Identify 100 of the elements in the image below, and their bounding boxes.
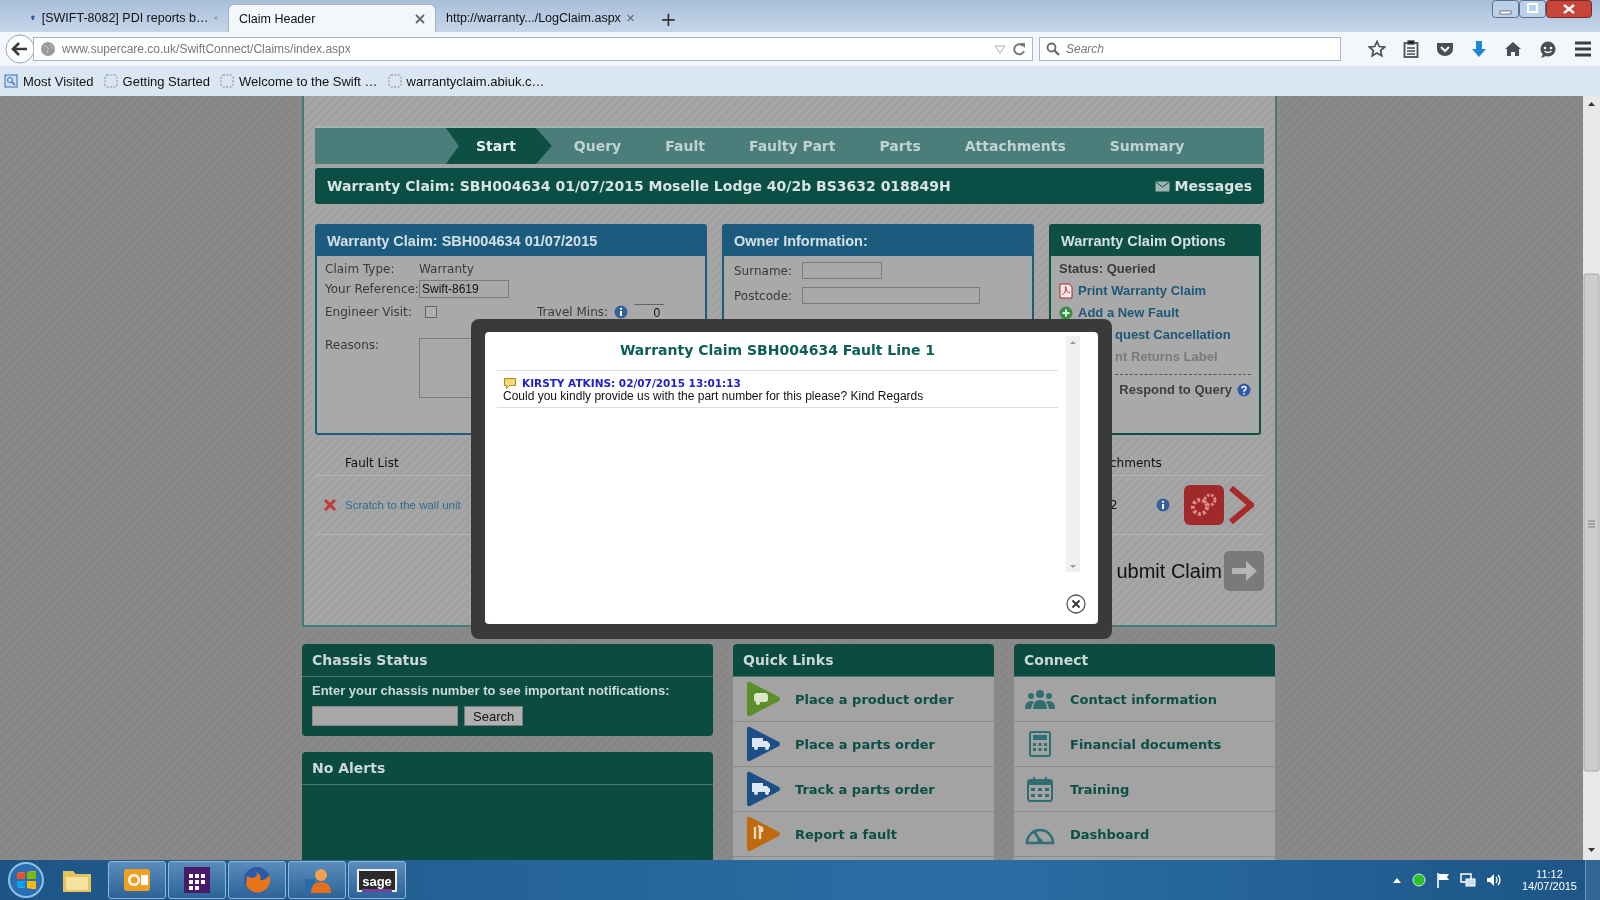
claim-header-title: Warranty Claim: SBH004634 01/07/2015 Moselle Lodge 40/2b BS3632 018849H bbox=[327, 178, 951, 194]
connect-link[interactable]: Dashboard bbox=[1014, 812, 1275, 857]
connect-link[interactable]: Financial documents bbox=[1014, 722, 1275, 767]
gears-button-icon[interactable] bbox=[1184, 485, 1224, 525]
page-icon bbox=[220, 74, 235, 88]
bookmark[interactable]: warrantyclaim.abiuk.c… bbox=[387, 73, 545, 89]
menu-icon[interactable] bbox=[1574, 41, 1592, 57]
new-tab-button[interactable]: + bbox=[650, 6, 687, 32]
field-value: Warranty bbox=[419, 262, 474, 276]
connect-link[interactable]: Training bbox=[1014, 767, 1275, 812]
page-icon bbox=[103, 74, 118, 88]
text-field[interactable] bbox=[802, 262, 882, 279]
download-icon[interactable] bbox=[1471, 40, 1487, 58]
quick-link[interactable]: Place a parts order bbox=[733, 722, 994, 767]
browser-tab[interactable]: [SWIFT-8082] PDI reports b… bbox=[20, 4, 228, 32]
caret-up-icon[interactable] bbox=[1391, 876, 1402, 884]
dialog-title: Warranty Claim SBH004634 Fault Line 1 bbox=[497, 332, 1058, 371]
chassis-number-field[interactable] bbox=[312, 706, 458, 726]
scrollbar[interactable] bbox=[1583, 96, 1600, 860]
pdf-icon bbox=[1059, 283, 1073, 299]
wizard-step[interactable]: Summary bbox=[1087, 128, 1207, 164]
home-icon[interactable] bbox=[1504, 41, 1522, 57]
message-text: Could you kindly provide us with the part number for this please? Kind Regards bbox=[503, 389, 925, 403]
back-icon[interactable] bbox=[5, 34, 35, 64]
reference-field[interactable]: Swift-8619 bbox=[419, 280, 509, 298]
prompt-text: Enter your chassis number to see important notifications: bbox=[312, 683, 671, 698]
wizard-step[interactable]: Fault bbox=[643, 128, 727, 164]
respond-query-link[interactable]: Respond to Query bbox=[1115, 374, 1251, 401]
chat-icon[interactable] bbox=[1539, 40, 1557, 58]
connect-link[interactable]: Contact information bbox=[1014, 677, 1275, 722]
wizard-step[interactable]: Attachments bbox=[942, 128, 1088, 164]
wizard-step[interactable]: Query bbox=[551, 128, 644, 164]
reload-icon[interactable] bbox=[1012, 42, 1026, 56]
bookmark[interactable]: Welcome to the Swift … bbox=[220, 73, 378, 89]
quick-link[interactable]: Report a fault bbox=[733, 812, 994, 857]
close-icon[interactable] bbox=[1546, 0, 1592, 18]
add-fault-link[interactable]: Add a New Fault bbox=[1059, 302, 1251, 324]
bookmark[interactable]: Getting Started bbox=[103, 73, 211, 89]
star-icon[interactable] bbox=[1368, 40, 1386, 58]
clipboard-icon[interactable] bbox=[1403, 40, 1419, 58]
help-icon bbox=[1237, 383, 1251, 397]
engineer-visit-checkbox[interactable] bbox=[425, 306, 437, 318]
minimize-icon[interactable] bbox=[1492, 0, 1519, 18]
wizard-step[interactable]: Parts bbox=[857, 128, 943, 164]
wizard-step[interactable]: Start bbox=[446, 128, 552, 164]
scrollbar-track[interactable] bbox=[1066, 336, 1080, 572]
field-label: Postcode: bbox=[734, 288, 794, 303]
print-claim-link[interactable]: Print Warranty Claim bbox=[1059, 280, 1251, 302]
pocket-icon[interactable] bbox=[1436, 41, 1454, 57]
submit-claim-label[interactable]: ubmit Claim bbox=[1116, 559, 1222, 583]
search-icon bbox=[1046, 42, 1060, 56]
clock[interactable]: 11:12 14/07/2015 bbox=[1521, 868, 1577, 892]
app-logo: sage bbox=[357, 868, 397, 892]
panel-title: No Alerts bbox=[302, 752, 713, 785]
taskbar-app[interactable] bbox=[168, 861, 226, 899]
panel-title: Owner Information: bbox=[724, 226, 1032, 256]
search-button[interactable]: Search bbox=[464, 706, 524, 726]
page-icon bbox=[387, 74, 402, 88]
people-icon bbox=[1024, 687, 1056, 711]
speech-bubble-icon bbox=[503, 377, 517, 389]
quick-link[interactable]: Place a product order bbox=[733, 677, 994, 722]
info-icon bbox=[614, 305, 629, 319]
chevron-right-icon[interactable] bbox=[1228, 486, 1254, 524]
bookmark[interactable]: Most Visited bbox=[4, 73, 94, 89]
mail-app-icon bbox=[122, 866, 152, 894]
field-label: Your Reference: bbox=[325, 282, 419, 296]
text-field[interactable] bbox=[802, 287, 980, 304]
address-bar[interactable]: www.supercare.co.uk/SwiftConnect/Claims/index.aspx bbox=[33, 37, 1033, 61]
wizard-step[interactable]: Faulty Part bbox=[726, 128, 858, 164]
column-header: Fault List bbox=[345, 456, 400, 470]
calculator-icon bbox=[1029, 731, 1051, 757]
info-icon bbox=[1156, 498, 1170, 512]
close-icon[interactable] bbox=[1066, 594, 1086, 614]
field-label: Surname: bbox=[734, 263, 794, 278]
search-field[interactable]: Search bbox=[1039, 37, 1341, 61]
add-icon bbox=[1059, 306, 1073, 320]
quick-link[interactable]: Track a parts order bbox=[733, 767, 994, 812]
network-icon[interactable] bbox=[1459, 872, 1476, 888]
browser-tab[interactable]: http://warranty.../LogClaim.aspx bbox=[436, 4, 644, 32]
status-dot-icon[interactable] bbox=[1411, 873, 1426, 887]
globe-icon bbox=[40, 41, 56, 57]
maximize-icon[interactable] bbox=[1519, 0, 1546, 18]
panel-title: Warranty Claim: SBH004634 01/07/2015 bbox=[317, 226, 705, 256]
grid-app-icon bbox=[182, 865, 212, 895]
panel-title: Chassis Status bbox=[302, 644, 713, 677]
start-button-icon[interactable] bbox=[6, 860, 46, 900]
taskbar-app[interactable] bbox=[108, 861, 166, 899]
calendar-icon bbox=[1027, 776, 1053, 802]
travel-mins-field[interactable]: 0 bbox=[634, 304, 665, 320]
column-header: chments bbox=[1110, 456, 1163, 470]
taskbar-app[interactable]: sage bbox=[348, 861, 406, 899]
status-text: Status: Queried bbox=[1059, 260, 1157, 278]
field-label: Travel Mins: bbox=[537, 305, 609, 319]
message-author: KIRSTY ATKINS: 02/07/2015 13:01:13 bbox=[522, 377, 741, 389]
browser-tab[interactable]: Claim Header bbox=[228, 4, 436, 32]
flag-icon[interactable] bbox=[1435, 872, 1450, 888]
bookmarks-folder-icon bbox=[4, 74, 18, 88]
messages-link[interactable]: Messages bbox=[1154, 178, 1252, 194]
speaker-icon[interactable] bbox=[1485, 872, 1502, 888]
envelope-icon bbox=[1154, 180, 1170, 192]
